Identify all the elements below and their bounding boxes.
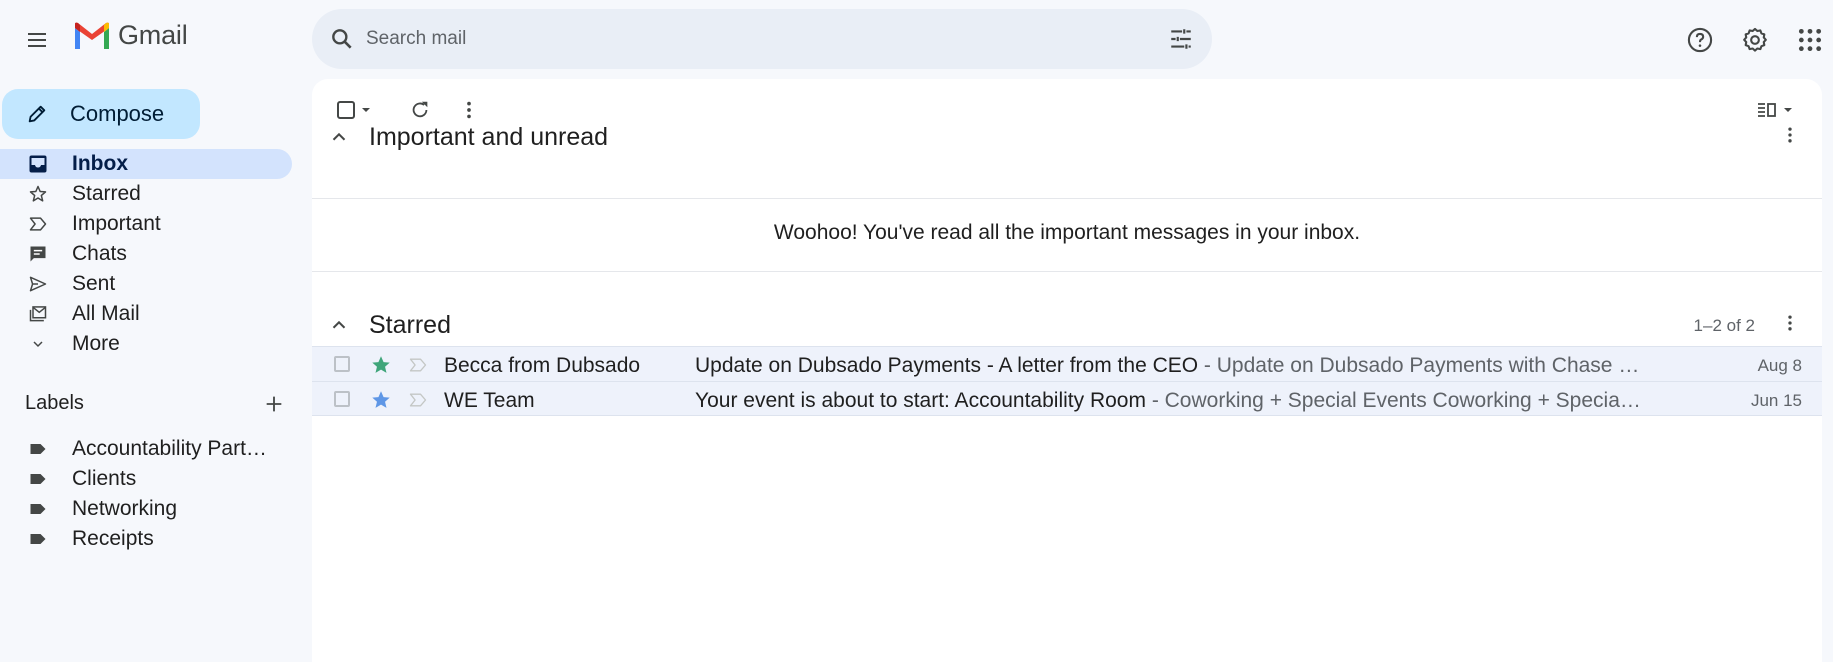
chevron-up-icon (332, 132, 346, 141)
email-sender: WE Team (444, 389, 535, 412)
compose-label: Compose (70, 101, 165, 126)
label-icon (26, 437, 50, 461)
label-name: Clients (72, 467, 137, 490)
important-icon (26, 212, 50, 236)
help-icon (1687, 27, 1713, 53)
label-icon (26, 467, 50, 491)
sidebar-item-label: Sent (72, 272, 116, 295)
label-item-clients[interactable]: Clients (0, 464, 292, 494)
sidebar-item-starred[interactable]: Starred (0, 179, 292, 209)
pagination-count: 1–2 of 2 (1693, 316, 1755, 335)
chevron-down-icon (26, 332, 50, 356)
section-title-starred: Starred (369, 311, 451, 339)
important-section-header: Important and unread (312, 113, 1822, 163)
send-icon (26, 272, 50, 296)
settings-button[interactable] (1737, 22, 1773, 58)
pencil-icon (28, 105, 46, 123)
starred-section-options[interactable] (1780, 313, 1800, 333)
app-name: Gmail (118, 20, 188, 50)
email-subject-line: Your event is about to start: Accountabi… (695, 389, 1695, 413)
labels-list: Accountability Part… Clients Networking … (0, 434, 292, 554)
email-snippet: - Update on Dubsado Payments with Chase … (1198, 354, 1640, 377)
email-row[interactable]: Becca from Dubsado Update on Dubsado Pay… (312, 346, 1822, 381)
starred-section-header: Starred 1–2 of 2 (312, 301, 1822, 351)
apps-grid-icon (1798, 28, 1822, 52)
sidebar-item-sent[interactable]: Sent (0, 269, 292, 299)
label-item-accountability[interactable]: Accountability Part… (0, 434, 292, 464)
more-vert-icon (1788, 315, 1792, 331)
message-list-panel: Important and unread Woohoo! You've read… (312, 79, 1822, 662)
plus-icon (266, 396, 282, 411)
collapse-important-button[interactable] (328, 126, 350, 148)
email-sender: Becca from Dubsado (444, 354, 641, 377)
label-item-networking[interactable]: Networking (0, 494, 292, 524)
row-checkbox[interactable] (334, 391, 350, 407)
sidebar-item-label: Starred (72, 182, 141, 205)
label-name: Receipts (72, 527, 154, 550)
important-marker-icon[interactable] (408, 356, 428, 374)
sidebar-item-inbox[interactable]: Inbox (0, 149, 292, 179)
sidebar-nav: Inbox Starred Important Chats Sent All M… (0, 149, 292, 359)
section-title-important: Important and unread (369, 123, 609, 151)
search-options-icon[interactable] (1168, 26, 1194, 52)
important-marker-icon[interactable] (408, 391, 428, 409)
empty-section-message: Woohoo! You've read all the important me… (773, 221, 1361, 244)
chevron-up-icon (332, 320, 346, 329)
important-section-options[interactable] (1780, 125, 1800, 145)
divider (312, 198, 1822, 199)
gmail-logo[interactable]: Gmail (72, 20, 188, 51)
email-snippet: - Coworking + Special Events Coworking +… (1145, 389, 1641, 412)
star-outline-icon (26, 182, 50, 206)
search-icon[interactable] (329, 26, 355, 52)
row-checkbox[interactable] (334, 356, 350, 372)
sidebar-item-label: More (72, 332, 120, 355)
divider (312, 271, 1822, 272)
star-icon[interactable] (370, 389, 392, 411)
gmail-logo-icon (75, 22, 109, 49)
search-input[interactable] (366, 9, 1126, 69)
all-mail-icon (26, 302, 50, 326)
sidebar-item-chats[interactable]: Chats (0, 239, 292, 269)
inbox-icon (26, 152, 50, 176)
sidebar-item-more[interactable]: More (0, 329, 292, 359)
sidebar-item-label: Inbox (72, 152, 128, 175)
sidebar-item-label: Chats (72, 242, 127, 265)
label-name: Accountability Part… (72, 437, 267, 460)
email-date: Aug 8 (1757, 356, 1802, 375)
sidebar-item-important[interactable]: Important (0, 209, 292, 239)
sidebar-item-label: Important (72, 212, 161, 235)
hamburger-icon (28, 33, 46, 47)
gear-icon (1743, 27, 1767, 52)
label-item-receipts[interactable]: Receipts (0, 524, 292, 554)
email-subject: Update on Dubsado Payments - A letter fr… (695, 354, 1199, 377)
email-date: Jun 15 (1750, 391, 1802, 410)
email-row[interactable]: WE Team Your event is about to start: Ac… (312, 381, 1822, 416)
label-name: Networking (72, 497, 178, 520)
collapse-starred-button[interactable] (328, 314, 350, 336)
star-icon[interactable] (370, 354, 392, 376)
support-button[interactable] (1682, 22, 1718, 58)
compose-button[interactable]: Compose (2, 89, 200, 139)
create-label-button[interactable] (263, 393, 285, 415)
main-menu-button[interactable] (21, 24, 53, 56)
label-icon (26, 497, 50, 521)
email-subject-line: Update on Dubsado Payments - A letter fr… (695, 354, 1695, 378)
chat-icon (26, 242, 50, 266)
sidebar-item-label: All Mail (72, 302, 140, 325)
labels-title: Labels (25, 392, 84, 414)
labels-header: Labels (25, 392, 285, 415)
more-vert-icon (1788, 127, 1792, 143)
sidebar-item-all-mail[interactable]: All Mail (0, 299, 292, 329)
google-apps-button[interactable] (1792, 22, 1828, 58)
email-subject: Your event is about to start: Accountabi… (695, 389, 1146, 412)
label-icon (26, 527, 50, 551)
search-bar[interactable] (312, 9, 1212, 69)
